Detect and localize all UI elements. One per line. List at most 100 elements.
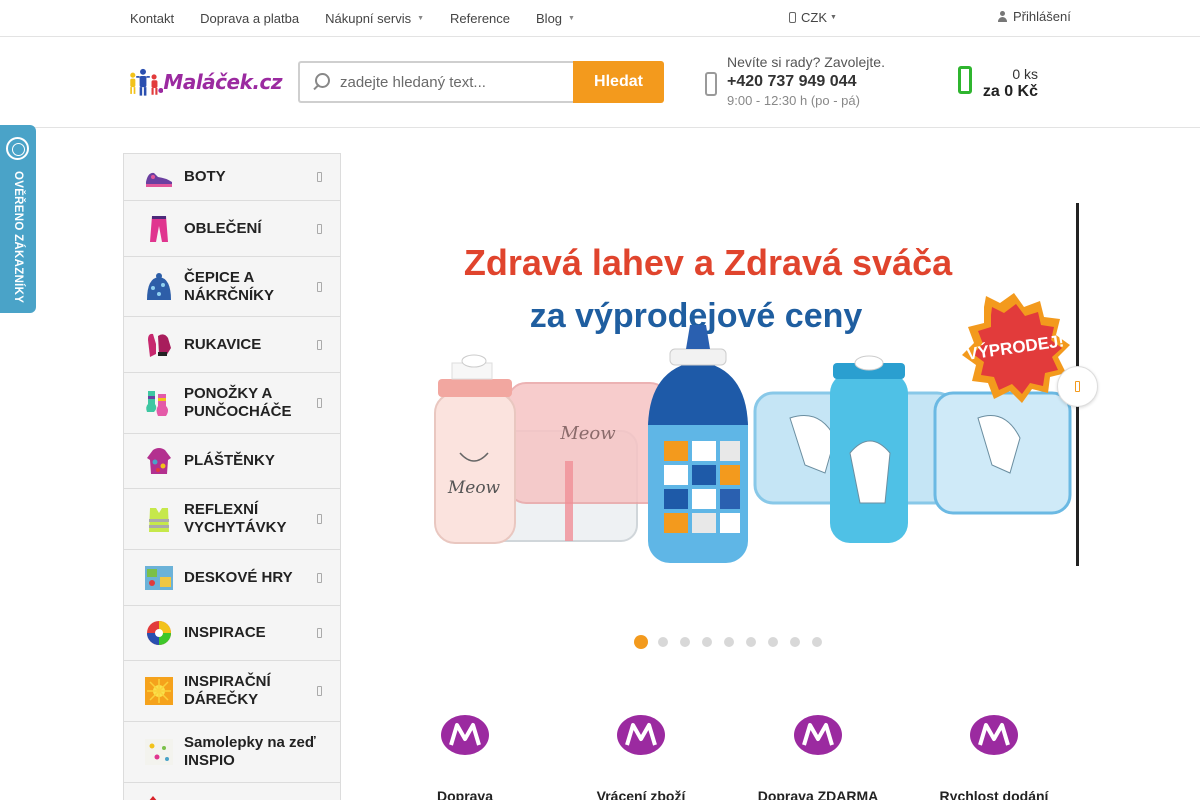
benefit-rychlost[interactable]: Rychlost dodání xyxy=(914,715,1074,800)
benefit-doprava-zdarma[interactable]: Doprava ZDARMA xyxy=(738,715,898,800)
chevron-right-icon xyxy=(317,172,322,182)
glove-icon xyxy=(148,333,171,357)
currency-icon xyxy=(789,12,796,23)
category-inspiracni-darecky[interactable]: INSPIRAČNÍ DÁREČKY xyxy=(124,661,340,722)
chevron-down-icon: ▼ xyxy=(830,14,837,21)
slider-dot[interactable] xyxy=(812,637,822,647)
nav-label: Doprava a platba xyxy=(200,10,300,26)
verified-badge[interactable]: OVĚŘENO ZÁKAZNÍKY xyxy=(0,125,36,313)
category-obleceni[interactable]: OBLEČENÍ xyxy=(124,201,340,257)
top-bar: Kontakt Doprava a platba Nákupní servis ▼… xyxy=(0,0,1200,37)
benefit-doprava[interactable]: Doprava xyxy=(385,715,545,800)
slider-dot[interactable] xyxy=(702,637,712,647)
nav-label: Reference xyxy=(450,10,511,26)
verified-text: OVĚŘENO ZÁKAZNÍKY xyxy=(12,170,24,304)
category-label: RUKAVICE xyxy=(184,335,262,353)
slider-dot[interactable] xyxy=(634,635,648,649)
site-logo[interactable]: Maláček.cz xyxy=(126,64,282,100)
chevron-right-icon xyxy=(317,572,322,583)
verified-seal-icon xyxy=(6,137,29,160)
banner-headline-1: Zdravá lahev a Zdravá sváča xyxy=(464,242,953,283)
brand-m-icon xyxy=(441,715,489,755)
gift-icon xyxy=(145,677,173,705)
socks-icon xyxy=(146,391,168,416)
category-label: PLÁŠTĚNKY xyxy=(184,452,275,469)
phone-number[interactable]: +420 737 949 044 xyxy=(727,71,885,93)
benefit-title: Vrácení zboží xyxy=(596,788,686,800)
chevron-right-icon xyxy=(317,628,322,638)
chevron-down-icon: ▼ xyxy=(417,14,425,22)
login-link[interactable]: Přihlášení xyxy=(998,9,1071,24)
slider-dot[interactable] xyxy=(746,637,756,647)
bottle-pink xyxy=(434,392,516,544)
search-button[interactable]: Hledat xyxy=(573,61,664,103)
currency-label: CZK xyxy=(801,10,827,25)
chevron-right-icon xyxy=(317,281,322,292)
cart-icon[interactable] xyxy=(958,66,972,94)
hat-icon xyxy=(147,272,171,300)
brand-m-icon xyxy=(794,715,842,755)
nav-doprava-a-platba[interactable]: Doprava a platba xyxy=(200,11,299,26)
benefit-title: Doprava xyxy=(436,788,494,800)
category-label: INSPIRACE xyxy=(184,624,266,641)
search-icon xyxy=(312,73,330,91)
nav-kontakt[interactable]: Kontakt xyxy=(130,11,174,26)
chevron-down-icon: ▼ xyxy=(568,14,575,22)
chevron-right-icon xyxy=(1075,381,1080,392)
bottle-text: Meow xyxy=(447,478,501,498)
logo-text: Maláček.cz xyxy=(163,70,282,94)
slider-next-button[interactable] xyxy=(1057,366,1098,407)
top-nav: Kontakt Doprava a platba Nákupní servis ▼… xyxy=(130,0,601,36)
category-label: BOTY xyxy=(184,168,226,185)
slider-dot[interactable] xyxy=(680,637,690,647)
slider-dot[interactable] xyxy=(724,637,734,647)
nav-blog[interactable]: Blog ▼ xyxy=(536,11,575,26)
board-game-icon xyxy=(145,565,173,590)
category-samolepky[interactable]: Samolepky na zeď INSPIO xyxy=(124,722,340,783)
chevron-right-icon xyxy=(317,339,322,350)
brand-m-icon xyxy=(970,715,1018,755)
category-inspirace[interactable]: INSPIRACE xyxy=(124,606,340,661)
login-label: Přihlášení xyxy=(1013,9,1071,24)
category-cepice[interactable]: ČEPICE A NÁKRČNÍKY xyxy=(124,257,340,317)
user-icon xyxy=(998,11,1007,22)
banner-image: Zdravá lahev a Zdravá sváča za výprodejo… xyxy=(380,203,1077,566)
phone-question: Nevíte si rady? Zavolejte. xyxy=(727,54,885,70)
benefit-title: Rychlost dodání xyxy=(939,788,1049,800)
search-box xyxy=(298,61,574,103)
category-rukavice[interactable]: RUKAVICE xyxy=(124,317,340,373)
category-reflexni[interactable]: REFLEXNÍ VYCHYTÁVKY xyxy=(124,489,340,550)
nav-label: Kontakt xyxy=(130,10,175,26)
slider-dots xyxy=(634,635,834,649)
phone-hours: 9:00 - 12:30 h (po - pá) xyxy=(727,93,860,108)
chevron-right-icon xyxy=(317,686,322,696)
nav-reference[interactable]: Reference xyxy=(450,11,510,26)
nav-nakupni-servis[interactable]: Nákupní servis ▼ xyxy=(325,11,424,26)
category-more[interactable] xyxy=(124,783,340,800)
brand-m-icon xyxy=(617,715,665,755)
chevron-right-icon xyxy=(317,223,322,234)
sticker-icon xyxy=(145,739,173,765)
category-label: DESKOVÉ HRY xyxy=(184,568,293,586)
slider-dot[interactable] xyxy=(768,637,778,647)
nav-label: Nákupní servis xyxy=(325,10,412,26)
slider-dot[interactable] xyxy=(790,637,800,647)
category-deskove-hry[interactable]: DESKOVÉ HRY xyxy=(124,550,340,606)
shoe-icon xyxy=(146,172,172,187)
cart-count[interactable]: 0 ks xyxy=(1012,66,1038,82)
currency-selector[interactable]: CZK ▼ xyxy=(789,10,837,25)
category-thumb-icon xyxy=(149,795,157,800)
promo-banner[interactable]: Zdravá lahev a Zdravá sváča za výprodejo… xyxy=(380,203,1077,566)
search-input[interactable] xyxy=(340,73,565,91)
reflective-vest-icon xyxy=(149,508,169,532)
category-sidebar: BOTY OBLEČENÍ ČEPICE A NÁKRČNÍKY RUKAVIC… xyxy=(123,153,341,800)
cart-total[interactable]: za 0 Kč xyxy=(983,83,1038,101)
category-ponozky[interactable]: PONOŽKY A PUNČOCHÁČE xyxy=(124,373,340,434)
category-plastenky[interactable]: PLÁŠTĚNKY xyxy=(124,434,340,489)
color-wheel-icon xyxy=(147,621,171,645)
slider-dot[interactable] xyxy=(658,637,668,647)
category-label: OBLEČENÍ xyxy=(184,219,262,237)
benefit-vraceni[interactable]: Vrácení zboží xyxy=(561,715,721,800)
raincoat-icon xyxy=(147,448,171,474)
category-boty[interactable]: BOTY xyxy=(124,154,340,201)
